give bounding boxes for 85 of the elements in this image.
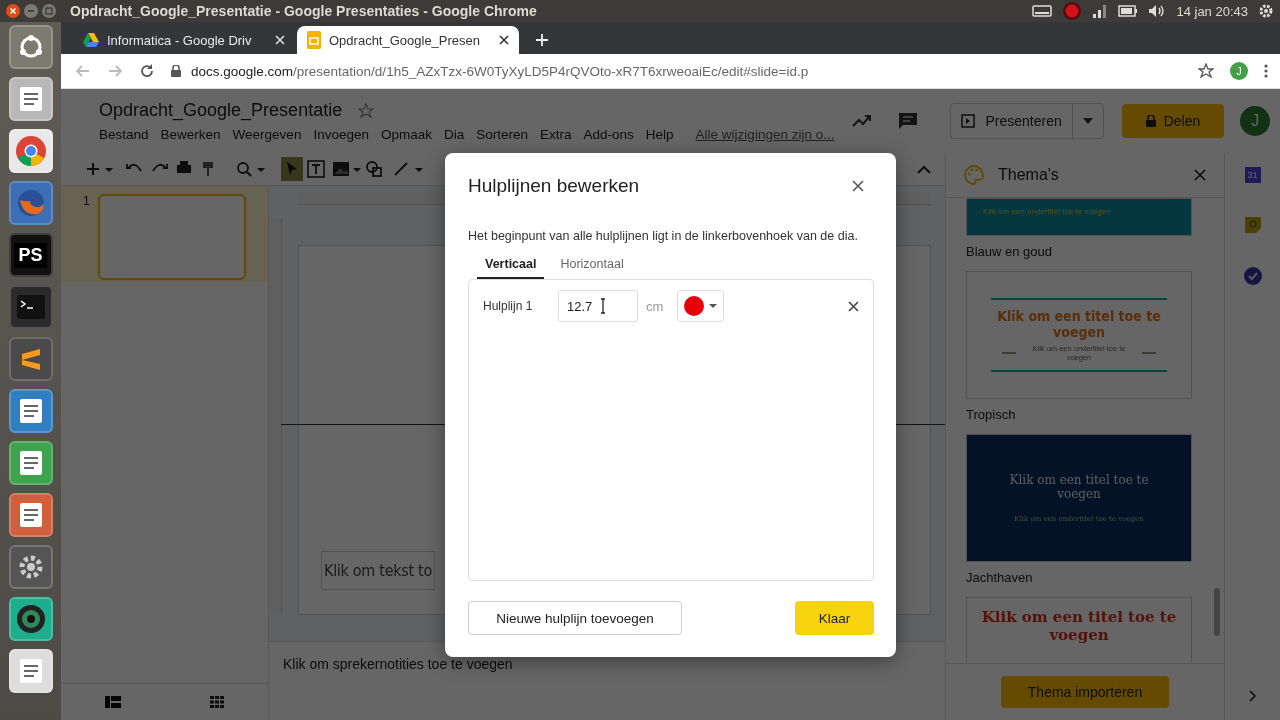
trend-icon[interactable] — [852, 114, 873, 128]
star-icon[interactable] — [358, 102, 375, 119]
play-icon — [961, 114, 976, 128]
theme-name: Tropisch — [966, 407, 1016, 422]
close-icon[interactable] — [6, 4, 20, 18]
sublime-icon[interactable] — [8, 337, 53, 381]
delete-icon[interactable] — [848, 300, 859, 312]
text-cursor-icon — [600, 298, 607, 314]
add-guide-button[interactable]: Nieuwe hulplijn toevoegen — [468, 601, 682, 635]
reload-icon[interactable] — [139, 63, 155, 79]
tab[interactable]: Verticaal — [477, 253, 545, 279]
lock-icon — [1145, 115, 1156, 127]
caret-icon[interactable] — [1082, 118, 1093, 124]
note-icon[interactable] — [1244, 217, 1261, 233]
done-button[interactable]: Klaar — [795, 601, 874, 635]
import-theme-button[interactable]: Thema importeren — [1001, 676, 1169, 708]
ide-icon[interactable]: PS — [8, 233, 53, 277]
gear-icon[interactable] — [8, 545, 53, 589]
drive-icon[interactable] — [1032, 4, 1053, 18]
theme-preview[interactable]: Klik om een titel toe te voegen — [966, 597, 1192, 663]
slide-number: 1 — [83, 194, 90, 210]
calendar-icon[interactable]: 31 — [1244, 167, 1261, 183]
record-icon[interactable] — [1062, 1, 1083, 21]
terminal-icon[interactable] — [8, 285, 53, 329]
close-icon[interactable] — [852, 180, 864, 192]
speaker-notes-field[interactable]: Klik om sprekernotities toe te voegen — [283, 656, 513, 672]
clock[interactable]: 14 jan 20:43 — [1176, 3, 1248, 19]
theme-name: Blauw en goud — [966, 244, 1052, 259]
menu-item[interactable]: Bewerken — [160, 127, 221, 142]
settings-icon[interactable] — [1258, 3, 1274, 19]
menu-item[interactable]: Opmaak — [380, 127, 432, 142]
present-button[interactable]: Presenteren — [950, 103, 1104, 139]
chevron-right-icon[interactable] — [1248, 690, 1257, 702]
menu-icon[interactable] — [1264, 64, 1268, 78]
share-button[interactable]: Delen — [1121, 104, 1225, 138]
spreadsheet-icon[interactable] — [8, 441, 53, 485]
position-field[interactable]: 12.7 — [558, 290, 638, 322]
theme-name: Jachthaven — [966, 570, 1033, 585]
camera-lens-icon[interactable] — [8, 597, 53, 641]
menu-item[interactable]: Dia — [444, 127, 465, 142]
guide-label: Hulplijn 1 — [483, 299, 534, 313]
drive-icon — [83, 33, 99, 47]
list-view-icon[interactable] — [105, 696, 122, 708]
presentation-icon[interactable] — [8, 493, 53, 537]
menu-item[interactable]: Invoegen — [313, 127, 369, 142]
document-title[interactable]: Opdracht_Google_Presentatie — [99, 100, 343, 121]
menu-item[interactable]: Add-ons — [583, 127, 634, 142]
panel-title: Thema's — [998, 166, 1060, 184]
menu-item[interactable]: Extra — [540, 127, 572, 142]
dialog-description: Het beginpunt van alle hulplijnen ligt in de linkerbovenhoek van de dia. — [468, 229, 859, 243]
slide-thumbnail[interactable] — [97, 194, 246, 280]
comment-icon[interactable] — [898, 112, 919, 130]
text-placeholder[interactable]: Klik om tekst to — [321, 551, 435, 590]
save-status-link[interactable]: Alle wijzigingen zijn o... — [695, 127, 835, 142]
close-icon[interactable] — [499, 35, 509, 45]
user-avatar[interactable]: J — [1240, 106, 1271, 136]
lock-icon[interactable] — [171, 65, 181, 77]
menu-item[interactable]: Help — [645, 127, 674, 142]
caret-icon — [709, 304, 718, 308]
profile-avatar[interactable]: J — [1230, 62, 1248, 80]
ubuntu-logo-icon[interactable] — [8, 25, 53, 69]
unit-label: cm — [646, 298, 664, 314]
dialog-title: Hulplijnen bewerken — [468, 175, 640, 197]
browser-tab[interactable]: Opdracht_Google_Presen — [297, 26, 519, 54]
grid-view-icon[interactable] — [209, 696, 224, 708]
tab[interactable]: Horizontaal — [552, 253, 632, 279]
palette-icon — [964, 165, 984, 185]
address-bar[interactable]: docs.google.com/presentation/d/1h5_AZxTzx-6W0TyXyLD5P4rQVOto-xR7T6xrweoaiEc/edit#slide=id.p — [171, 63, 1182, 79]
volume-icon[interactable] — [1148, 4, 1167, 18]
collapse-icon[interactable] — [917, 164, 931, 174]
signal-icon[interactable] — [1092, 4, 1109, 18]
star-icon[interactable] — [1198, 63, 1214, 79]
menu-item[interactable]: Weergeven — [232, 127, 302, 142]
color-picker[interactable] — [677, 290, 725, 322]
maximize-icon[interactable] — [42, 4, 56, 18]
window-title: Opdracht_Google_Presentatie - Google Presentaties - Google Chrome — [70, 3, 537, 19]
document-icon[interactable] — [8, 389, 53, 433]
tasks-icon[interactable] — [1243, 267, 1262, 285]
chrome-icon[interactable] — [8, 129, 53, 173]
menu-item[interactable]: Sorteren — [476, 127, 529, 142]
new-tab-icon[interactable] — [535, 33, 549, 47]
battery-icon[interactable] — [1118, 5, 1139, 17]
slides-icon — [307, 31, 321, 49]
menu-item[interactable]: Bestand — [99, 127, 149, 142]
browser-tab[interactable]: Informatica - Google Driv — [73, 26, 295, 54]
